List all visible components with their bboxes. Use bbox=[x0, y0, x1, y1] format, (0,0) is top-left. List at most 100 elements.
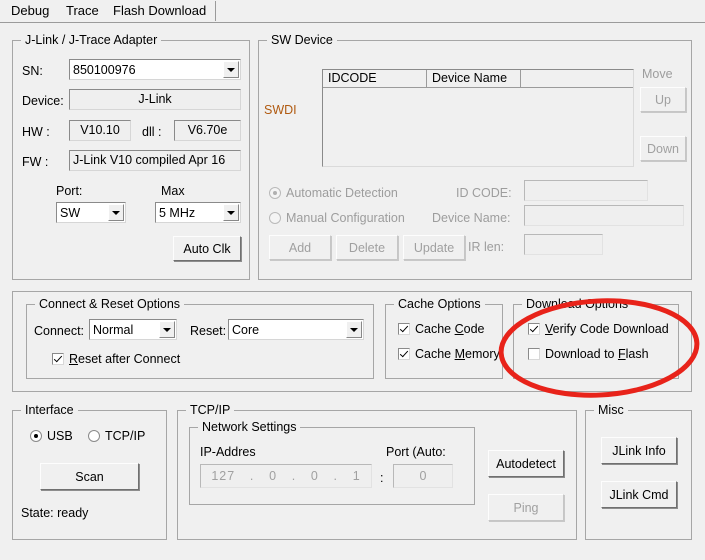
group-title-interface: Interface bbox=[21, 403, 78, 417]
id-code-field[interactable] bbox=[524, 180, 648, 201]
tab-trace[interactable]: Trace bbox=[57, 1, 109, 21]
radio-indicator-icon bbox=[269, 187, 281, 199]
jlink-info-button[interactable]: JLink Info bbox=[601, 437, 677, 464]
debug-tab-page: J-Link / J-Trace Adapter SN: 850100976 D… bbox=[0, 22, 705, 560]
checkbox-cache-memory-label: Cache Memory bbox=[415, 347, 500, 361]
jlink-cmd-button[interactable]: JLink Cmd bbox=[601, 481, 677, 508]
ir-len-label: IR len: bbox=[468, 240, 505, 254]
column-header-idcode[interactable]: IDCODE bbox=[323, 70, 427, 88]
checkbox-verify-code-download-label: Verify Code Download bbox=[545, 322, 669, 336]
group-jlink-jtrace-adapter: J-Link / J-Trace Adapter SN: 850100976 D… bbox=[12, 33, 250, 280]
group-title-misc: Misc bbox=[594, 403, 628, 417]
scan-button[interactable]: Scan bbox=[40, 463, 139, 490]
move-down-button[interactable]: Down bbox=[640, 136, 686, 161]
tab-debug[interactable]: Debug bbox=[2, 1, 60, 21]
group-title-connect-reset-options: Connect & Reset Options bbox=[35, 297, 185, 311]
move-up-button[interactable]: Up bbox=[640, 87, 686, 112]
dll-value-field: V6.70e bbox=[174, 120, 241, 141]
device-name-label: Device Name: bbox=[432, 211, 511, 225]
group-connect-reset-options: Connect & Reset Options Connect: Normal … bbox=[26, 297, 374, 379]
dll-label: dll : bbox=[142, 125, 162, 139]
sn-combobox[interactable]: 850100976 bbox=[69, 59, 241, 80]
ip-octet-2: 0 bbox=[269, 468, 278, 483]
checkbox-indicator-icon bbox=[398, 323, 410, 335]
reset-combobox-value: Core bbox=[232, 322, 260, 337]
port-label: Port: bbox=[56, 184, 83, 198]
add-device-button[interactable]: Add bbox=[269, 235, 331, 260]
radio-usb[interactable]: USB bbox=[30, 429, 73, 443]
sn-combobox-value: 850100976 bbox=[73, 62, 136, 77]
ip-dot-2: . bbox=[291, 468, 297, 483]
group-tcpip: TCP/IP Network Settings IP-Addres 127 . … bbox=[177, 403, 577, 540]
autodetect-button[interactable]: Autodetect bbox=[488, 450, 564, 477]
checkbox-indicator-icon bbox=[528, 323, 540, 335]
checkbox-reset-after-connect-label: Reset after Connect bbox=[69, 352, 181, 366]
checkbox-download-to-flash-label: Download to Flash bbox=[545, 347, 649, 361]
column-header-device-name[interactable]: Device Name bbox=[427, 70, 521, 88]
chevron-down-icon[interactable] bbox=[223, 61, 239, 78]
auto-clk-button[interactable]: Auto Clk bbox=[173, 236, 241, 261]
radio-automatic-detection[interactable]: Automatic Detection bbox=[269, 186, 398, 200]
group-title-jlink-jtrace-adapter: J-Link / J-Trace Adapter bbox=[21, 33, 162, 47]
checkbox-reset-after-connect[interactable]: Reset after Connect bbox=[52, 352, 180, 366]
checkbox-indicator-icon bbox=[398, 348, 410, 360]
radio-indicator-icon bbox=[30, 430, 42, 442]
reset-combobox[interactable]: Core bbox=[228, 319, 364, 340]
group-misc: Misc JLink Info JLink Cmd bbox=[585, 403, 692, 540]
chevron-down-icon[interactable] bbox=[159, 321, 175, 338]
device-name-field[interactable] bbox=[524, 205, 684, 226]
group-title-cache-options: Cache Options bbox=[394, 297, 485, 311]
ip-octet-4: 1 bbox=[352, 468, 361, 483]
update-device-button[interactable]: Update bbox=[403, 235, 465, 260]
tab-strip: Debug Trace Flash Download bbox=[0, 0, 705, 22]
sn-label: SN: bbox=[22, 64, 43, 78]
column-header-blank[interactable] bbox=[521, 70, 633, 88]
max-clock-combobox-value: 5 MHz bbox=[159, 205, 196, 220]
checkbox-indicator-icon bbox=[52, 353, 64, 365]
group-interface: Interface USB TCP/IP Scan State: ready bbox=[12, 403, 167, 540]
radio-tcpip[interactable]: TCP/IP bbox=[88, 429, 145, 443]
checkbox-download-to-flash[interactable]: Download to Flash bbox=[528, 347, 649, 361]
port-combobox[interactable]: SW bbox=[56, 202, 126, 223]
group-title-sw-device: SW Device bbox=[267, 33, 337, 47]
max-clock-combobox[interactable]: 5 MHz bbox=[155, 202, 241, 223]
chevron-down-icon[interactable] bbox=[346, 321, 362, 338]
hw-label: HW : bbox=[22, 125, 50, 139]
device-value-field: J-Link bbox=[69, 89, 241, 110]
group-title-network-settings: Network Settings bbox=[198, 420, 301, 434]
radio-manual-configuration[interactable]: Manual Configuration bbox=[269, 211, 405, 225]
checkbox-verify-code-download[interactable]: Verify Code Download bbox=[528, 322, 669, 336]
tab-flash-download[interactable]: Flash Download bbox=[104, 1, 217, 21]
port-field[interactable]: 0 bbox=[393, 464, 453, 488]
port-separator: : bbox=[380, 471, 384, 485]
ping-button[interactable]: Ping bbox=[488, 494, 564, 521]
ir-len-field[interactable] bbox=[524, 234, 603, 255]
move-label: Move bbox=[642, 67, 673, 81]
reset-label: Reset: bbox=[190, 324, 227, 338]
checkbox-cache-memory[interactable]: Cache Memory bbox=[398, 347, 500, 361]
radio-indicator-icon bbox=[269, 212, 281, 224]
hw-value-field: V10.10 bbox=[69, 120, 131, 141]
port-combobox-value: SW bbox=[60, 205, 81, 220]
group-network-settings: Network Settings IP-Addres 127 . 0 . 0 .… bbox=[189, 420, 475, 505]
sw-device-table[interactable]: IDCODE Device Name bbox=[322, 69, 634, 167]
group-sw-device: SW Device SWDI IDCODE Device Name Move U… bbox=[258, 33, 692, 280]
checkbox-indicator-icon bbox=[528, 348, 540, 360]
group-title-tcpip: TCP/IP bbox=[186, 403, 235, 417]
fw-value-field: J-Link V10 compiled Apr 16 bbox=[69, 150, 241, 171]
chevron-down-icon[interactable] bbox=[223, 204, 239, 221]
ip-address-field[interactable]: 127 . 0 . 0 . 1 bbox=[200, 464, 372, 488]
radio-tcpip-label: TCP/IP bbox=[105, 429, 146, 443]
group-cache-options: Cache Options Cache Code Cache Memory bbox=[385, 297, 503, 379]
port-auto-label: Port (Auto: bbox=[386, 445, 446, 459]
state-label: State: ready bbox=[21, 506, 89, 520]
connect-combobox[interactable]: Normal bbox=[89, 319, 177, 340]
group-title-download-options: Download Options bbox=[522, 297, 633, 311]
chevron-down-icon[interactable] bbox=[108, 204, 124, 221]
ip-dot-1: . bbox=[249, 468, 255, 483]
delete-device-button[interactable]: Delete bbox=[336, 235, 398, 260]
ip-octet-1: 127 bbox=[211, 468, 236, 483]
checkbox-cache-code[interactable]: Cache Code bbox=[398, 322, 485, 336]
ip-dot-3: . bbox=[333, 468, 338, 483]
id-code-label: ID CODE: bbox=[456, 186, 512, 200]
